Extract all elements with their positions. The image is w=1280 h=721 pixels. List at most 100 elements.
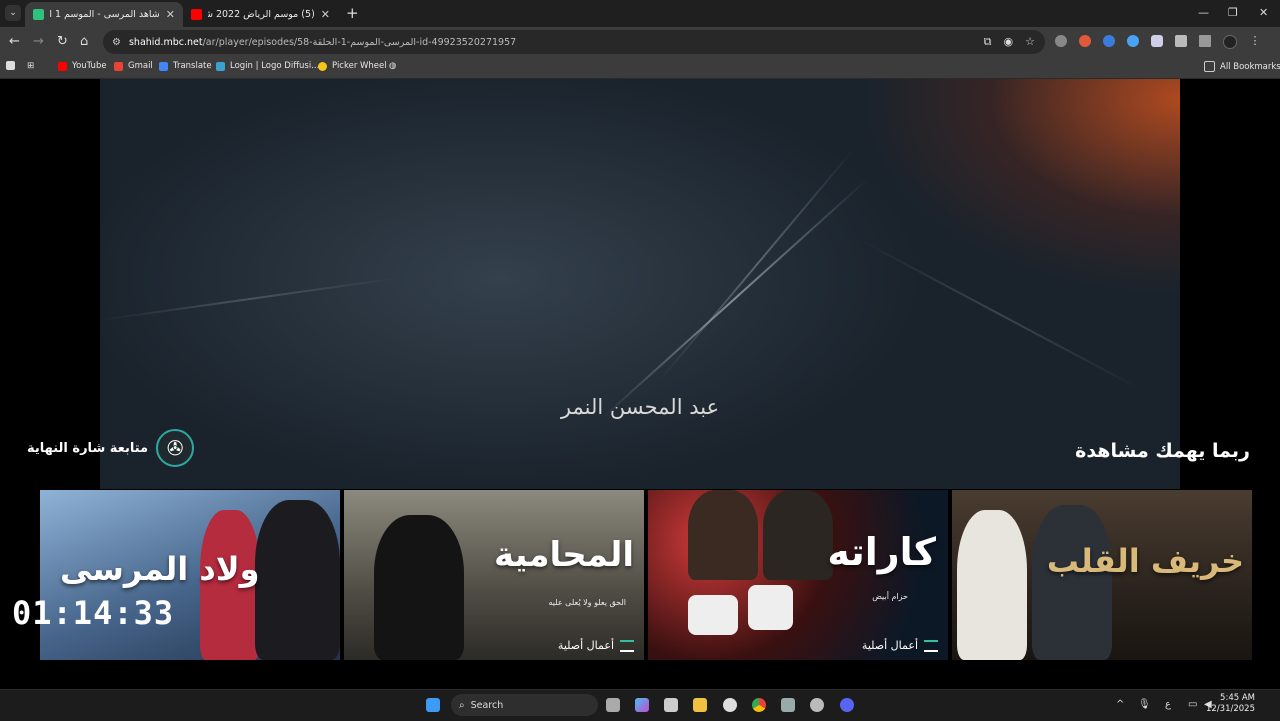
chevron-up-icon[interactable]: ^	[1116, 699, 1124, 710]
tab-shahid[interactable]: شاهد المرسى - الموسم 1 الحلقة ✕	[25, 2, 183, 27]
extension-icon[interactable]	[1127, 35, 1139, 47]
site-info-icon[interactable]: ⚙	[112, 37, 121, 48]
card-welad-elmorsy[interactable]: ولاد المرسى	[40, 490, 340, 660]
tab-youtube[interactable]: (5) موسم الرياض 2022 شيخ بيتك ✕	[183, 2, 338, 27]
light-streak	[99, 277, 398, 321]
close-tab-icon[interactable]: ✕	[321, 8, 330, 21]
reload-icon[interactable]: ↻	[57, 34, 68, 50]
bookmark-translate[interactable]: Translate	[159, 61, 212, 71]
light-streak	[599, 178, 869, 421]
card-title: كاراته	[827, 530, 936, 574]
original-badge: أعمال أصلية	[862, 639, 938, 652]
actor-figure	[255, 500, 340, 660]
minimize-button[interactable]: —	[1198, 6, 1209, 19]
copilot-icon[interactable]	[635, 698, 649, 712]
system-clock[interactable]: 5:45 AM 12/31/2025	[1206, 693, 1255, 715]
puzzle-extensions-icon[interactable]	[1175, 35, 1187, 47]
back-arrow-icon[interactable]: ←	[9, 34, 20, 50]
bookmark-youtube[interactable]: YouTube	[58, 61, 107, 71]
task-view-icon[interactable]	[606, 698, 620, 712]
chrome-icon[interactable]	[752, 698, 766, 712]
app-icon[interactable]	[810, 698, 824, 712]
light-streak	[659, 149, 854, 381]
continue-end-credits[interactable]: متابعة شارة النهاية ✇	[27, 429, 195, 467]
card-title: المحامية	[493, 535, 634, 575]
url-path: /ar/player/episodes/58-المرسى-الموسم-1-ا…	[202, 36, 517, 48]
bookmark-gmail[interactable]: Gmail	[114, 61, 153, 71]
card-subtitle: حزام أبيض	[872, 592, 908, 601]
youtube-favicon-icon	[191, 9, 202, 20]
all-bookmarks[interactable]: All Bookmarks	[1204, 61, 1280, 72]
globe-icon[interactable]: ◍	[389, 61, 396, 71]
media-control-icon[interactable]	[1199, 35, 1211, 47]
card-title: ولاد المرسى	[60, 550, 260, 588]
credit-text: عبد المحسن النمر	[560, 395, 720, 419]
karate-fighter	[748, 585, 793, 630]
film-reel-icon[interactable]: ✇	[156, 429, 195, 467]
language-indicator[interactable]: ع	[1165, 699, 1171, 710]
extension-icons: ⋮	[1055, 35, 1261, 49]
video-frame	[99, 79, 1180, 489]
translate-icon	[159, 61, 168, 71]
card-al-mohamia[interactable]: المحامية الحق يعلو ولا يُعلى عليه أعمال …	[344, 490, 644, 660]
eye-off-icon[interactable]: ◉	[1004, 35, 1014, 49]
extension-icon[interactable]	[1103, 35, 1115, 47]
clock-time: 5:45 AM	[1220, 693, 1255, 703]
actor-figure	[688, 490, 758, 580]
recommend-title: ربما يهمك مشاهدة	[1075, 440, 1250, 462]
home-icon[interactable]: ⌂	[80, 34, 88, 50]
profile-avatar[interactable]	[1223, 35, 1237, 49]
end-credits-label: متابعة شارة النهاية	[27, 440, 149, 456]
star-bookmark-icon[interactable]: ☆	[1025, 35, 1035, 49]
maximize-button[interactable]: ❐	[1228, 6, 1238, 19]
search-label: Search	[470, 699, 504, 711]
timer-overlay: 01:14:33	[12, 594, 175, 632]
settings-gear-icon[interactable]	[723, 698, 737, 712]
close-window-button[interactable]: ✕	[1259, 6, 1268, 19]
menu-kebab-icon[interactable]: ⋮	[1249, 35, 1261, 47]
login-icon	[216, 61, 225, 71]
tab-strip: ⌄ شاهد المرسى - الموسم 1 الحلقة ✕ (5) مو…	[0, 0, 1280, 27]
tab-title: (5) موسم الرياض 2022 شيخ بيتك	[208, 9, 315, 20]
shahid-originals-icon	[924, 639, 938, 652]
url-text: shahid.mbc.net/ar/player/episodes/58-الم…	[129, 37, 516, 48]
install-app-icon[interactable]: ⧉	[984, 35, 992, 49]
store-icon[interactable]	[664, 698, 678, 712]
windows-start-icon[interactable]	[426, 698, 440, 712]
tab-search-menu-icon[interactable]: ⌄	[5, 5, 21, 21]
address-bar[interactable]: ⚙ shahid.mbc.net/ar/player/episodes/58-ا…	[103, 30, 1045, 54]
actor-figure	[763, 490, 833, 580]
bookmark-login[interactable]: Login | Logo Diffusi...	[216, 61, 319, 71]
card-karate[interactable]: كاراته حزام أبيض أعمال أصلية	[648, 490, 948, 660]
original-badge: أعمال أصلية	[558, 639, 634, 652]
apps-grid-icon[interactable]: ⊞	[27, 61, 34, 71]
shahid-originals-icon	[620, 639, 634, 652]
new-tab-button[interactable]: +	[346, 5, 359, 21]
bookmark-picker-wheel[interactable]: Picker Wheel	[318, 61, 387, 71]
bookmarks-bar: ⊞ YouTube Gmail Translate Login | Logo D…	[0, 57, 1280, 79]
taskbar-search[interactable]: ⌕ Search	[451, 694, 598, 716]
recommendation-row: ولاد المرسى المحامية الحق يعلو ولا يُعلى…	[40, 490, 1252, 660]
actor-figure	[957, 510, 1027, 660]
microphone-icon[interactable]: 🎙	[1138, 699, 1151, 710]
network-icon[interactable]: ▭	[1188, 699, 1197, 710]
sidebar-toggle-icon[interactable]	[6, 61, 20, 70]
extension-icon[interactable]	[1079, 35, 1091, 47]
close-tab-icon[interactable]: ✕	[166, 8, 175, 21]
gmail-icon	[114, 61, 123, 71]
extension-icon[interactable]	[1151, 35, 1163, 47]
card-khareef-alqalb[interactable]: خريف القلب	[952, 490, 1252, 660]
tab-title: شاهد المرسى - الموسم 1 الحلقة	[50, 9, 160, 20]
app-icon[interactable]	[781, 698, 795, 712]
card-subtitle: الحق يعلو ولا يُعلى عليه	[548, 598, 627, 607]
forward-arrow-icon[interactable]: →	[33, 34, 44, 50]
actor-figure	[374, 515, 464, 660]
light-streak	[859, 239, 1144, 392]
picker-wheel-icon	[318, 61, 327, 71]
file-explorer-icon[interactable]	[693, 698, 707, 712]
extension-icon[interactable]	[1055, 35, 1067, 47]
shahid-favicon-icon	[33, 9, 44, 20]
actor-figure	[1032, 505, 1112, 660]
discord-icon[interactable]	[840, 698, 854, 712]
video-player[interactable]: عبد المحسن النمر متابعة شارة النهاية ✇ ر…	[0, 79, 1280, 689]
